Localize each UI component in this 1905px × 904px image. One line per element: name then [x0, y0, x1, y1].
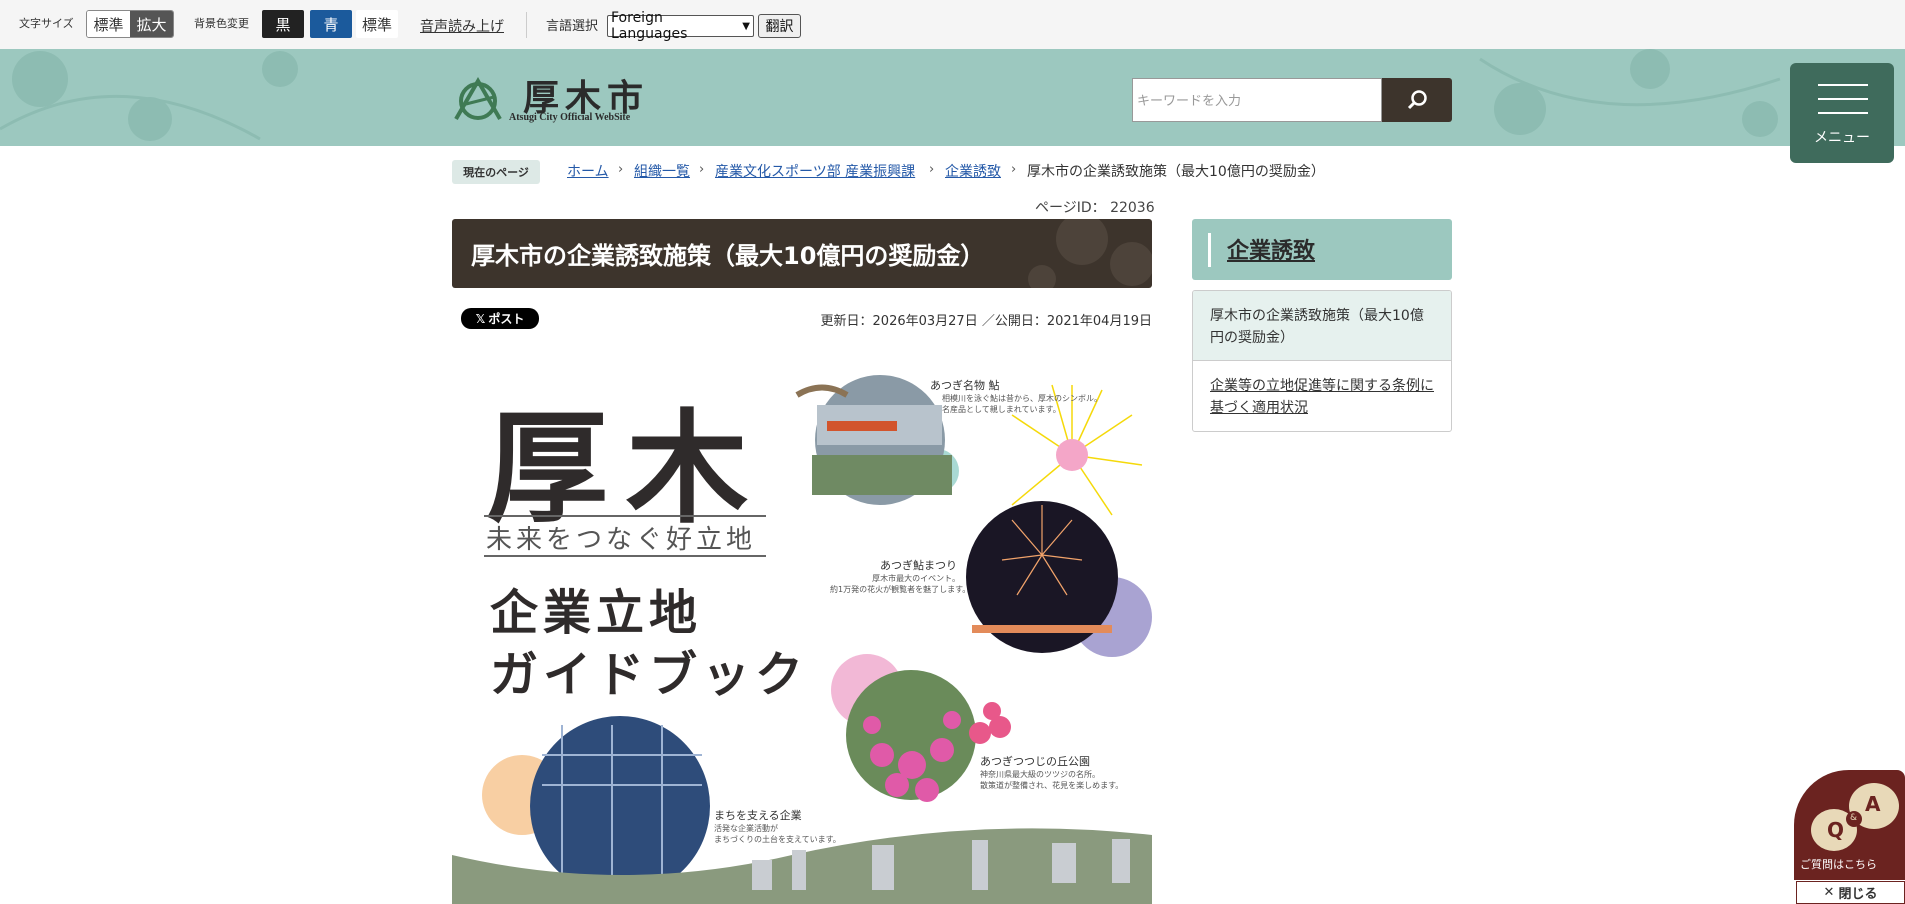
qa-close-button[interactable]: ✕ 閉じる: [1796, 881, 1905, 904]
breadcrumb-department[interactable]: 産業文化スポーツ部 産業振興課: [715, 164, 915, 180]
font-large-button[interactable]: 拡大: [130, 11, 173, 37]
breadcrumb-org-list[interactable]: 組織一覧: [634, 164, 690, 180]
bg-standard-button[interactable]: 標準: [356, 10, 398, 38]
breadcrumb-kigyo[interactable]: 企業誘致: [945, 164, 1001, 180]
read-aloud-link[interactable]: 音声読み上げ: [420, 16, 504, 36]
chevron-right-icon: ›: [699, 162, 705, 177]
qa-close-label: 閉じる: [1838, 887, 1878, 902]
site-header: 厚木市 Atsugi City Official WebSite: [0, 49, 1905, 146]
bg-black-button[interactable]: 黒: [262, 10, 304, 38]
font-size-label: 文字サイズ: [19, 17, 74, 30]
qa-chat-widget[interactable]: Q & A ご質問はこちら ✕ 閉じる: [1794, 770, 1905, 904]
search-button[interactable]: [1382, 78, 1452, 122]
qa-q-letter: Q: [1827, 818, 1845, 842]
caption-ayu: あつぎ名物 鮎: [930, 379, 1000, 392]
header-pattern: [0, 49, 1781, 141]
page-title: 厚木市の企業誘致施策（最大10億円の奨励金）: [471, 242, 985, 270]
toolbar-divider: [526, 12, 527, 38]
chevron-right-icon: ›: [618, 162, 624, 177]
language-label: 言語選択: [546, 19, 599, 34]
x-post-label: ポスト: [488, 312, 525, 326]
search-icon: [1407, 90, 1427, 110]
sidebar-heading-bar: [1208, 233, 1211, 267]
hamburger-line: [1818, 112, 1868, 114]
breadcrumb-current: 厚木市の企業誘致施策（最大10億円の奨励金）: [1027, 164, 1325, 180]
caption-ayu-sub: 相模川を泳ぐ鮎は昔から、厚木のシンボル。 名産品として親しまれています。: [942, 394, 1102, 414]
page-title-box: 厚木市の企業誘致施策（最大10億円の奨励金）: [452, 219, 1152, 288]
sidebar-heading-box: 企業誘致: [1192, 219, 1452, 280]
close-icon: ✕: [1823, 885, 1835, 900]
sidebar-item-ordinance[interactable]: 企業等の立地促進等に関する条例に基づく適用状況: [1193, 361, 1451, 431]
font-size-toggle: 標準 拡大: [86, 10, 174, 38]
qa-a-letter: A: [1865, 792, 1881, 816]
logo-subtitle: Atsugi City Official WebSite: [509, 112, 631, 123]
breadcrumb-home[interactable]: ホーム: [567, 164, 609, 180]
language-select[interactable]: Foreign Languages ▼: [607, 10, 754, 42]
caption-park-sub: 神奈川県最大級のツツジの名所。 散策道が整備され、花見を楽しめます。: [980, 770, 1124, 790]
chevron-down-icon: ▼: [742, 20, 750, 32]
chevron-right-icon: ›: [1011, 162, 1017, 177]
caption-industry-sub: 活発な企業活動が まちづくりの土台を支えています。: [714, 824, 841, 844]
search-input[interactable]: [1132, 78, 1382, 122]
sidebar-heading-link[interactable]: 企業誘致: [1227, 233, 1315, 265]
caption-park: あつぎつつじの丘公園: [980, 755, 1090, 768]
hamburger-icon: [1818, 84, 1868, 86]
x-post-button[interactable]: 𝕏 ポスト: [461, 308, 539, 329]
bg-color-label: 背景色変更: [194, 17, 249, 30]
page-id: ページID： 22036: [1035, 200, 1155, 216]
hamburger-line: [1818, 98, 1868, 100]
menu-button[interactable]: メニュー: [1790, 63, 1894, 163]
language-selected: Foreign Languages: [611, 10, 688, 42]
qa-chat-body[interactable]: Q & A ご質問はこちら: [1794, 770, 1905, 880]
caption-festival-sub: 厚木市最大のイベント。 約1万発の花火が観覧者を魅了します。: [830, 574, 971, 594]
update-dates: 更新日：2026年03月27日 ／公開日：2021年04月19日: [820, 314, 1152, 329]
guidebook-cover-image: 厚木 未来をつなぐ好立地 企業立地 ガイドブック あつぎ名物 鮎 相模川を泳ぐ鮎…: [452, 355, 1152, 904]
breadcrumb-current-label: 現在のページ: [452, 160, 540, 184]
translate-button[interactable]: 翻訳: [758, 14, 801, 38]
x-logo-icon: 𝕏: [475, 311, 486, 326]
sidebar-item-current: 厚木市の企業誘致施策（最大10億円の奨励金）: [1193, 291, 1451, 361]
site-logo[interactable]: 厚木市 Atsugi City Official WebSite: [452, 69, 672, 129]
menu-label: メニュー: [1814, 130, 1870, 146]
city-emblem-icon: [454, 77, 502, 121]
title-decoration: [1028, 219, 1152, 288]
font-standard-button[interactable]: 標準: [87, 11, 130, 37]
qa-and-symbol: &: [1850, 813, 1858, 823]
chevron-right-icon: ›: [929, 162, 935, 177]
qa-label: ご質問はこちら: [1800, 858, 1877, 871]
bg-blue-button[interactable]: 青: [310, 10, 352, 38]
caption-industry: まちを支える企業: [714, 809, 802, 822]
guidebook-photos: [452, 375, 1152, 904]
accessibility-toolbar: 文字サイズ 標準 拡大 背景色変更 黒 青 標準 音声読み上げ 言語選択 For…: [0, 0, 1905, 49]
sidebar-list: 厚木市の企業誘致施策（最大10億円の奨励金） 企業等の立地促進等に関する条例に基…: [1192, 290, 1452, 432]
caption-festival: あつぎ鮎まつり: [880, 559, 957, 572]
